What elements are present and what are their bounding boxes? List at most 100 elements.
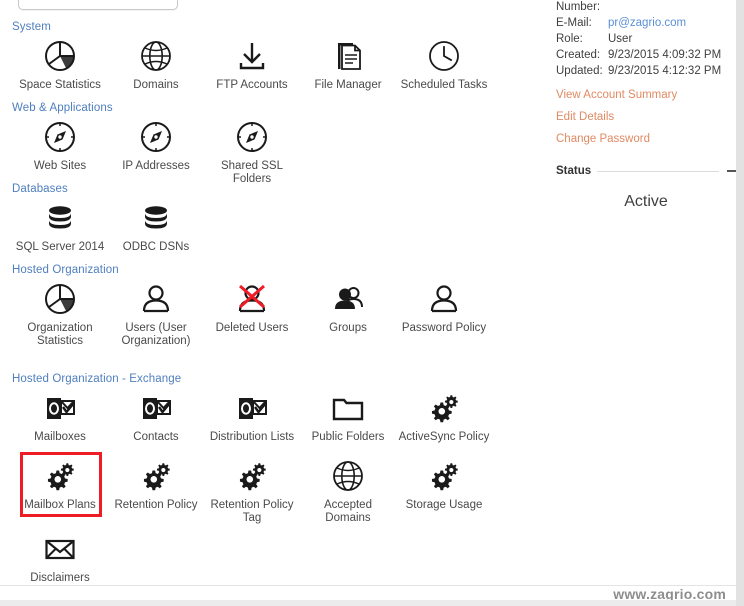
user-icon	[110, 279, 202, 319]
module-item-accepted-domains[interactable]: Accepted Domains	[302, 456, 394, 525]
action-link-view-account-summary[interactable]: View Account Summary	[556, 89, 736, 101]
module-item-contacts[interactable]: Contacts	[110, 388, 202, 444]
section-header-web-applications: Web & Applications	[12, 102, 113, 114]
module-item-label: Mailbox Plans	[24, 499, 96, 511]
compass-icon	[110, 117, 202, 157]
envelope-icon	[14, 529, 106, 569]
outlook-icon	[14, 388, 106, 428]
module-item-label: Retention Policy Tag	[210, 499, 294, 524]
status-section-header: Status	[556, 165, 736, 177]
database-icon	[14, 198, 106, 238]
account-info-panel: Number: E-Mail: pr@zagrio.com Role: User Crea…	[556, 0, 736, 211]
pie-chart-icon	[14, 36, 106, 76]
scrollbar-track[interactable]	[736, 0, 744, 606]
folder-icon	[302, 388, 394, 428]
module-item-label: Web Sites	[33, 160, 87, 172]
module-item-label: Mailboxes	[34, 431, 86, 443]
module-item-distribution-lists[interactable]: Distribution Lists	[206, 388, 298, 444]
gears-icon	[14, 456, 106, 496]
account-field-key: Created:	[556, 49, 601, 61]
module-item-label: Shared SSL Folders	[220, 160, 283, 185]
users-group-icon	[302, 279, 394, 319]
module-item-label: Distribution Lists	[209, 431, 295, 443]
module-item-label: Public Folders	[311, 431, 385, 443]
module-item-public-folders[interactable]: Public Folders	[302, 388, 394, 444]
module-item-label: Scheduled Tasks	[400, 79, 488, 91]
gears-icon	[110, 456, 202, 496]
module-item-retention-policy[interactable]: Retention Policy	[110, 456, 202, 512]
module-icon-grid: System Space Statistics Domains FTP Account…	[0, 0, 540, 584]
gears-icon	[398, 388, 490, 428]
module-item-storage-usage[interactable]: Storage Usage	[398, 456, 490, 512]
module-item-shared-ssl-folders[interactable]: Shared SSL Folders	[206, 117, 298, 186]
account-field-row: Updated: 9/23/2015 4:12:32 PM	[556, 64, 736, 79]
module-item-label: ODBC DSNs	[122, 241, 190, 253]
module-item-mailbox-plans[interactable]: Mailbox Plans	[14, 456, 106, 512]
outlook-icon	[206, 388, 298, 428]
module-item-label: Space Statistics	[19, 79, 101, 91]
module-item-activesync-policy[interactable]: ActiveSync Policy	[398, 388, 490, 444]
collapse-minus-icon[interactable]	[727, 170, 736, 172]
account-field-row: Number:	[556, 0, 736, 15]
module-item-ip-addresses[interactable]: IP Addresses	[110, 117, 202, 173]
module-item-retention-policy-tag[interactable]: Retention Policy Tag	[206, 456, 298, 525]
account-field-row: Role: User	[556, 32, 736, 47]
user-icon	[398, 279, 490, 319]
account-field-value[interactable]: pr@zagrio.com	[608, 16, 686, 31]
module-item-scheduled-tasks[interactable]: Scheduled Tasks	[398, 36, 490, 92]
download-arrow-icon	[206, 36, 298, 76]
vertical-scrollbar[interactable]	[736, 0, 744, 606]
module-item-label: Password Policy	[401, 322, 487, 334]
module-item-label: Retention Policy	[114, 499, 198, 511]
module-item-label: Storage Usage	[405, 499, 483, 511]
module-item-label: Organization Statistics	[27, 322, 93, 347]
action-link-edit-details[interactable]: Edit Details	[556, 111, 736, 123]
module-item-groups[interactable]: Groups	[302, 279, 394, 335]
module-item-label: Groups	[329, 322, 367, 334]
module-item-users-user-organization[interactable]: Users (User Organization)	[110, 279, 202, 348]
module-item-disclaimers[interactable]: Disclaimers	[14, 529, 106, 585]
module-item-label: File Manager	[314, 79, 382, 91]
section-header-hosted-organization-exchange: Hosted Organization - Exchange	[12, 373, 182, 385]
status-value: Active	[624, 193, 668, 210]
module-item-mailboxes[interactable]: Mailboxes	[14, 388, 106, 444]
module-item-domains[interactable]: Domains	[110, 36, 202, 92]
module-item-password-policy[interactable]: Password Policy	[398, 279, 490, 335]
account-field-row: Created: 9/23/2015 4:09:32 PM	[556, 48, 736, 63]
account-field-key: Updated:	[556, 65, 603, 77]
module-item-odbc-dsns[interactable]: ODBC DSNs	[110, 198, 202, 254]
user-deleted-icon	[206, 279, 298, 319]
module-item-label: Contacts	[133, 431, 179, 443]
account-field-value: 9/23/2015 4:12:32 PM	[608, 65, 722, 77]
account-fields: Number: E-Mail: pr@zagrio.com Role: User Crea…	[556, 0, 736, 79]
status-title: Status	[556, 165, 592, 177]
module-item-deleted-users[interactable]: Deleted Users	[206, 279, 298, 335]
globe-icon	[302, 456, 394, 496]
module-item-label: Users (User Organization)	[121, 322, 191, 347]
control-panel-page: System Space Statistics Domains FTP Account…	[0, 0, 744, 606]
module-item-web-sites[interactable]: Web Sites	[14, 117, 106, 173]
account-field-value: 9/23/2015 4:09:32 PM	[608, 49, 722, 61]
module-item-space-statistics[interactable]: Space Statistics	[14, 36, 106, 92]
module-item-ftp-accounts[interactable]: FTP Accounts	[206, 36, 298, 92]
compass-icon	[14, 117, 106, 157]
gears-icon	[398, 456, 490, 496]
account-field-key: Number:	[556, 1, 601, 13]
pie-chart-icon	[14, 279, 106, 319]
section-header-databases: Databases	[12, 183, 68, 195]
module-item-label: Disclaimers	[30, 572, 90, 584]
gears-icon	[206, 456, 298, 496]
module-item-label: Domains	[133, 79, 179, 91]
module-item-sql-server-2014[interactable]: SQL Server 2014	[14, 198, 106, 254]
module-item-organization-statistics[interactable]: Organization Statistics	[14, 279, 106, 348]
module-item-label: FTP Accounts	[216, 79, 288, 91]
action-link-change-password[interactable]: Change Password	[556, 133, 736, 145]
module-item-file-manager[interactable]: File Manager	[302, 36, 394, 92]
account-field-key: Role:	[556, 33, 583, 45]
account-field-row: E-Mail: pr@zagrio.com	[556, 16, 736, 31]
compass-icon	[206, 117, 298, 157]
account-field-value: User	[608, 33, 633, 45]
module-item-label: Accepted Domains	[324, 499, 372, 524]
module-item-label: Deleted Users	[215, 322, 289, 334]
globe-icon	[110, 36, 202, 76]
